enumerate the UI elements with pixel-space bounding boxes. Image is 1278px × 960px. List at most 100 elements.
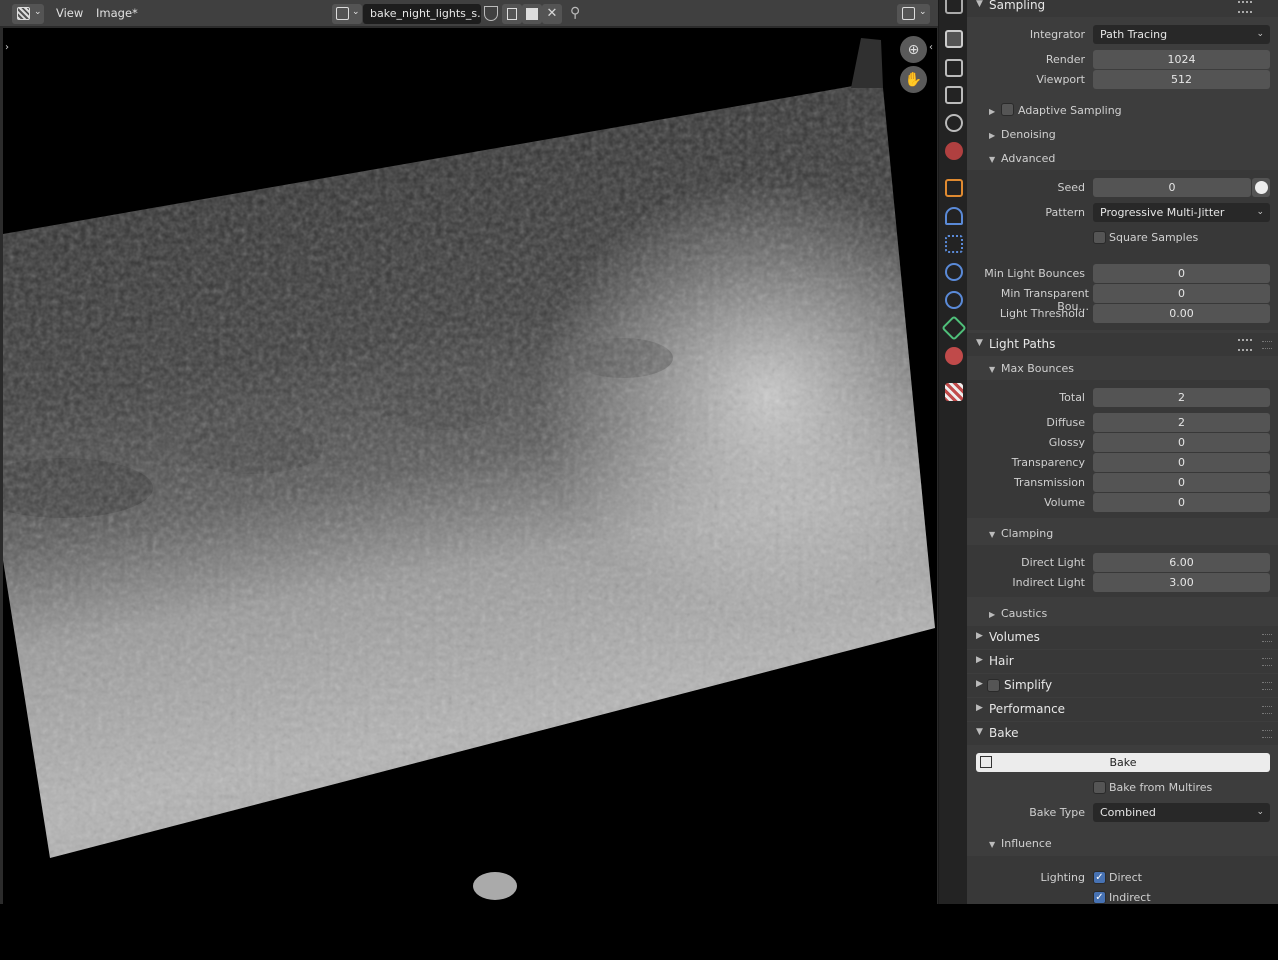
panel-title: Simplify bbox=[1004, 678, 1053, 692]
image-editor: ⌄ View Image* ⌄ bake_night_lights_s... ✕… bbox=[0, 0, 938, 904]
scene-tab[interactable] bbox=[945, 114, 963, 132]
panel-sampling-header[interactable]: ▼ Sampling bbox=[967, 0, 1278, 17]
list-icon[interactable] bbox=[1238, 339, 1252, 351]
editor-type-button[interactable]: ⌄ bbox=[12, 4, 44, 24]
render-tab[interactable] bbox=[945, 30, 963, 48]
subpanel-denoising[interactable]: ▶ Denoising bbox=[989, 128, 1056, 141]
indirect-label: Indirect bbox=[1109, 891, 1151, 904]
triangle-right-icon: ▶ bbox=[976, 655, 983, 665]
view-layer-tab[interactable] bbox=[945, 86, 963, 104]
subpanel-influence[interactable]: ▼ Influence bbox=[989, 837, 1052, 850]
viewport-samples-field[interactable]: 512 bbox=[1093, 70, 1270, 89]
material-tab[interactable] bbox=[945, 347, 963, 365]
render-samples-field[interactable]: 1024 bbox=[1093, 50, 1270, 69]
square-samples-label: Square Samples bbox=[1109, 231, 1199, 244]
triangle-right-icon: ▶ bbox=[976, 703, 983, 713]
clamping-label: Clamping bbox=[1001, 527, 1054, 540]
drag-handle-icon[interactable] bbox=[1262, 730, 1272, 738]
image-browse-button[interactable]: ⌄ bbox=[332, 4, 362, 24]
bake-type-value: Combined bbox=[1100, 806, 1156, 819]
image-icon bbox=[902, 7, 915, 20]
caustics-label: Caustics bbox=[1001, 607, 1048, 620]
unlink-image-button[interactable]: ✕ bbox=[542, 4, 562, 24]
subpanel-max-bounces[interactable]: ▼ Max Bounces bbox=[989, 362, 1074, 375]
drag-handle-icon[interactable] bbox=[1262, 341, 1272, 349]
world-tab[interactable] bbox=[945, 142, 963, 160]
close-icon: ✕ bbox=[546, 6, 558, 21]
transparency-bounces-field[interactable]: 0 bbox=[1093, 453, 1270, 472]
modifier-tab[interactable] bbox=[945, 207, 963, 225]
pattern-dropdown[interactable]: Progressive Multi-Jitter ⌄ bbox=[1093, 203, 1270, 222]
max-bounces-label: Max Bounces bbox=[1001, 362, 1075, 375]
influence-label: Influence bbox=[1001, 837, 1052, 850]
indirect-checkbox[interactable]: ✓ bbox=[1093, 891, 1106, 904]
sidebar-toggle-left[interactable]: › bbox=[5, 42, 9, 53]
new-image-button[interactable] bbox=[502, 4, 522, 24]
panel-light-paths-header[interactable]: ▼ Light Paths bbox=[967, 333, 1278, 356]
drag-handle-icon[interactable] bbox=[1262, 682, 1272, 690]
transmission-bounces-label: Transmission bbox=[1013, 476, 1085, 489]
indirect-light-clamp-label: Indirect Light bbox=[1012, 576, 1085, 589]
direct-checkbox[interactable]: ✓ bbox=[1093, 871, 1106, 884]
tool-tab[interactable] bbox=[945, 0, 963, 14]
object-tab[interactable] bbox=[945, 179, 963, 197]
image-canvas[interactable]: › ‹ ⊕ ✋ bbox=[3, 28, 937, 904]
transmission-bounces-field[interactable]: 0 bbox=[1093, 473, 1270, 492]
diffuse-bounces-field[interactable]: 2 bbox=[1093, 413, 1270, 432]
zoom-button[interactable]: ⊕ bbox=[900, 36, 927, 63]
triangle-right-icon: ▶ bbox=[989, 107, 996, 116]
baked-texture-image bbox=[3, 38, 935, 900]
image-editor-header: ⌄ View Image* ⌄ bake_night_lights_s... ✕… bbox=[0, 0, 938, 27]
data-tab[interactable] bbox=[941, 315, 967, 341]
fake-user-shield-icon[interactable] bbox=[484, 6, 498, 21]
integrator-dropdown[interactable]: Path Tracing ⌄ bbox=[1093, 25, 1270, 44]
menu-image[interactable]: Image* bbox=[96, 6, 138, 20]
seed-label: Seed bbox=[1057, 181, 1086, 194]
list-icon[interactable] bbox=[1238, 1, 1252, 13]
pin-icon[interactable]: ⚲ bbox=[570, 5, 580, 21]
seed-animate-button[interactable] bbox=[1252, 178, 1270, 197]
menu-view[interactable]: View bbox=[56, 6, 83, 20]
total-bounces-field[interactable]: 2 bbox=[1093, 388, 1270, 407]
simplify-checkbox[interactable] bbox=[987, 679, 1000, 692]
indirect-light-clamp-field[interactable]: 3.00 bbox=[1093, 573, 1270, 592]
viewport-samples-label: Viewport bbox=[1036, 73, 1085, 86]
subpanel-advanced[interactable]: ▼ Advanced bbox=[989, 152, 1055, 165]
physics-tab[interactable] bbox=[945, 263, 963, 281]
open-image-button[interactable] bbox=[522, 4, 542, 24]
folder-icon bbox=[526, 8, 538, 20]
adaptive-sampling-checkbox[interactable] bbox=[1001, 103, 1014, 116]
min-transparent-bounces-field[interactable]: 0 bbox=[1093, 284, 1270, 303]
subpanel-adaptive-sampling[interactable]: ▶ bbox=[989, 104, 1001, 117]
panel-hair-header[interactable]: ▶ Hair bbox=[967, 650, 1278, 673]
integrator-label: Integrator bbox=[1029, 28, 1085, 41]
glossy-bounces-field[interactable]: 0 bbox=[1093, 433, 1270, 452]
drag-handle-icon[interactable] bbox=[1262, 658, 1272, 666]
sidebar-toggle-right[interactable]: ‹ bbox=[929, 42, 933, 53]
panel-volumes-header[interactable]: ▶ Volumes bbox=[967, 626, 1278, 649]
pan-button[interactable]: ✋ bbox=[900, 66, 927, 93]
constraints-tab[interactable] bbox=[945, 291, 963, 309]
direct-light-clamp-field[interactable]: 6.00 bbox=[1093, 553, 1270, 572]
particles-tab[interactable] bbox=[945, 235, 963, 253]
texture-tab[interactable] bbox=[945, 383, 963, 401]
drag-handle-icon[interactable] bbox=[1262, 706, 1272, 714]
triangle-down-icon: ▼ bbox=[976, 0, 983, 9]
seed-field[interactable]: 0 bbox=[1093, 178, 1251, 197]
image-name-field[interactable]: bake_night_lights_s... bbox=[363, 4, 481, 24]
bake-type-dropdown[interactable]: Combined ⌄ bbox=[1093, 803, 1270, 822]
panel-performance-header[interactable]: ▶ Performance bbox=[967, 698, 1278, 721]
panel-simplify-header[interactable]: ▶ Simplify bbox=[967, 674, 1278, 697]
min-light-bounces-field[interactable]: 0 bbox=[1093, 264, 1270, 283]
bake-from-multires-checkbox[interactable] bbox=[1093, 781, 1106, 794]
drag-handle-icon[interactable] bbox=[1262, 634, 1272, 642]
display-mode-button[interactable]: ⌄ bbox=[897, 4, 930, 24]
subpanel-caustics[interactable]: ▶ Caustics bbox=[989, 607, 1047, 620]
volume-bounces-field[interactable]: 0 bbox=[1093, 493, 1270, 512]
output-tab[interactable] bbox=[945, 59, 963, 77]
bake-button[interactable]: Bake bbox=[976, 753, 1270, 772]
square-samples-checkbox[interactable] bbox=[1093, 231, 1106, 244]
subpanel-clamping[interactable]: ▼ Clamping bbox=[989, 527, 1053, 540]
panel-bake-header[interactable]: ▼ Bake bbox=[967, 722, 1278, 745]
light-threshold-field[interactable]: 0.00 bbox=[1093, 304, 1270, 323]
